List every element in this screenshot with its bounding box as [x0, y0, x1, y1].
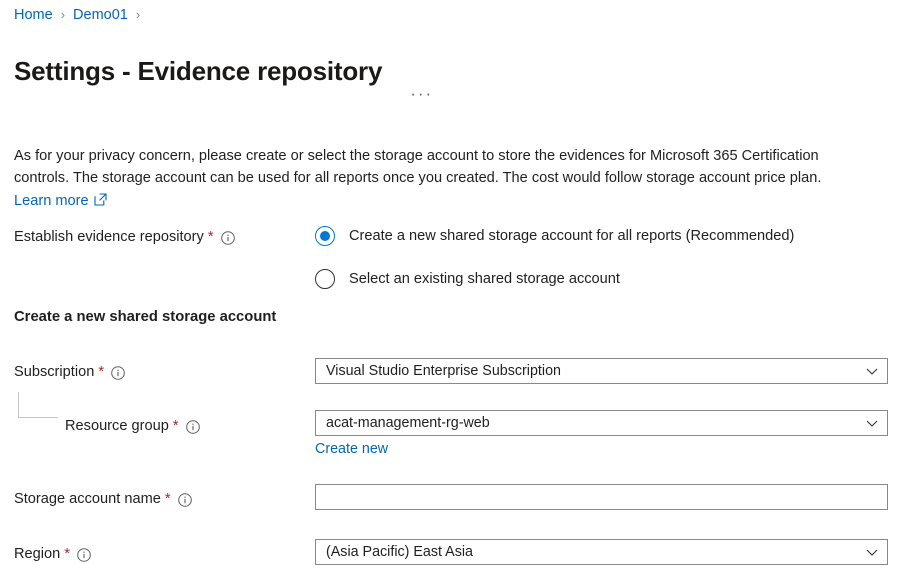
external-link-icon [94, 191, 107, 204]
info-icon[interactable] [178, 493, 192, 507]
radio-dot [320, 231, 330, 241]
subscription-value: Visual Studio Enterprise Subscription [326, 361, 859, 381]
info-icon[interactable] [186, 420, 200, 434]
storage-account-name-label-text: Storage account name [14, 489, 161, 509]
breadcrumb-chevron-icon: › [61, 5, 65, 25]
subscription-label-text: Subscription [14, 362, 94, 382]
breadcrumb-item-home[interactable]: Home [14, 5, 53, 25]
radio-label-create-new: Create a new shared storage account for … [349, 226, 794, 246]
required-marker: * [64, 544, 70, 564]
breadcrumb-chevron-icon: › [136, 5, 140, 25]
learn-more-link[interactable]: Learn more [14, 190, 107, 213]
region-label: Region * [14, 544, 91, 564]
create-new-resource-group-link[interactable]: Create new [315, 440, 388, 458]
radio-create-new-storage-account[interactable]: Create a new shared storage account for … [315, 226, 794, 246]
required-marker: * [173, 416, 179, 436]
region-label-text: Region [14, 544, 60, 564]
required-marker: * [98, 362, 104, 382]
subscription-select[interactable]: Visual Studio Enterprise Subscription [315, 358, 888, 384]
info-icon[interactable] [111, 366, 125, 380]
resource-group-label-text: Resource group [65, 416, 169, 436]
chevron-down-icon [865, 364, 879, 378]
region-value: (Asia Pacific) East Asia [326, 542, 859, 562]
page-header: Settings - Evidence repository ··· [14, 36, 437, 107]
resource-group-select[interactable]: acat-management-rg-web [315, 410, 888, 436]
more-options-icon[interactable]: ··· [406, 85, 437, 103]
required-marker: * [208, 227, 214, 247]
storage-account-name-label: Storage account name * [14, 489, 192, 509]
description-text: As for your privacy concern, please crea… [14, 145, 876, 213]
establish-label-text: Establish evidence repository [14, 227, 204, 247]
info-icon[interactable] [77, 548, 91, 562]
section-heading-create-storage-account: Create a new shared storage account [14, 307, 276, 327]
radio-label-select-existing: Select an existing shared storage accoun… [349, 269, 620, 289]
info-icon[interactable] [221, 231, 235, 245]
chevron-down-icon [865, 545, 879, 559]
chevron-down-icon [865, 416, 879, 430]
radio-indicator-checked[interactable] [315, 226, 335, 246]
description-body: As for your privacy concern, please crea… [14, 148, 821, 187]
page-title: Settings - Evidence repository [14, 53, 382, 89]
subscription-label: Subscription * [14, 362, 125, 382]
radio-indicator-unchecked[interactable] [315, 269, 335, 289]
region-select[interactable]: (Asia Pacific) East Asia [315, 539, 888, 565]
breadcrumb: Home › Demo01 › [14, 5, 148, 25]
radio-select-existing-storage-account[interactable]: Select an existing shared storage accoun… [315, 269, 620, 289]
required-marker: * [165, 489, 171, 509]
tree-connector-line [18, 392, 58, 418]
storage-account-name-input[interactable] [315, 484, 888, 510]
evidence-repository-settings-page: Home › Demo01 › Settings - Evidence repo… [0, 0, 900, 576]
resource-group-label: Resource group * [65, 416, 200, 436]
breadcrumb-item-demo01[interactable]: Demo01 [73, 5, 128, 25]
establish-evidence-repository-label: Establish evidence repository * [14, 227, 235, 247]
resource-group-value: acat-management-rg-web [326, 413, 859, 433]
learn-more-label: Learn more [14, 190, 89, 213]
